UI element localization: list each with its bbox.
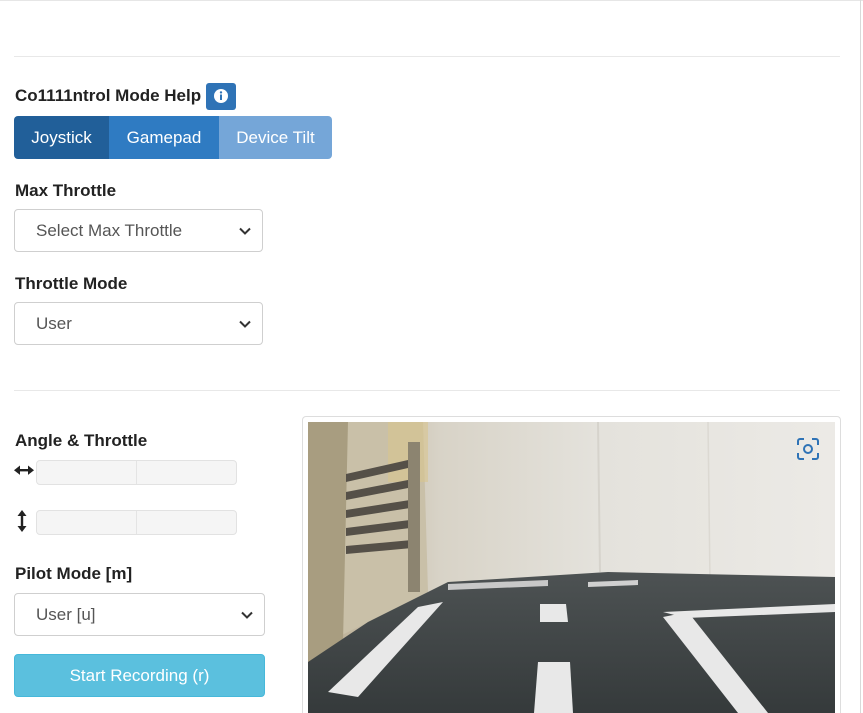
start-recording-button[interactable]: Start Recording (r) — [14, 654, 265, 697]
fullscreen-capture-icon[interactable] — [795, 436, 821, 462]
angle-throttle-label: Angle & Throttle — [15, 431, 148, 450]
chevron-down-icon — [239, 227, 251, 235]
throttle-bar — [36, 510, 237, 535]
pilot-mode-label: Pilot Mode [m] — [15, 564, 133, 583]
throttle-mode-select[interactable]: User — [14, 302, 263, 345]
throttle-mode-label: Throttle Mode — [15, 274, 128, 293]
vertical-arrow-icon — [17, 510, 27, 532]
control-mode-header: Co1111ntrol Mode Help — [15, 82, 237, 110]
throttle-mode-value: User — [36, 313, 72, 333]
pilot-mode-value: User [u] — [36, 604, 96, 624]
gamepad-mode-button[interactable]: Gamepad — [109, 116, 219, 159]
max-throttle-value: Select Max Throttle — [36, 220, 183, 240]
info-icon[interactable] — [206, 82, 237, 110]
scroll-edge — [860, 0, 861, 713]
joystick-mode-button[interactable]: Joystick — [14, 116, 109, 159]
control-mode-button-group: Joystick Gamepad Device Tilt — [14, 116, 332, 159]
camera-feed — [308, 422, 835, 713]
top-border — [0, 0, 863, 1]
device-tilt-mode-button[interactable]: Device Tilt — [219, 116, 332, 159]
divider-top — [14, 56, 840, 57]
chevron-down-icon — [241, 611, 253, 619]
pilot-mode-select[interactable]: User [u] — [14, 593, 265, 636]
divider-middle — [14, 390, 840, 391]
chevron-down-icon — [239, 320, 251, 328]
horizontal-arrow-icon — [14, 465, 34, 475]
control-mode-title: Co1111ntrol Mode Help — [15, 86, 202, 105]
max-throttle-select[interactable]: Select Max Throttle — [14, 209, 263, 252]
angle-bar — [36, 460, 237, 485]
max-throttle-label: Max Throttle — [15, 181, 117, 200]
